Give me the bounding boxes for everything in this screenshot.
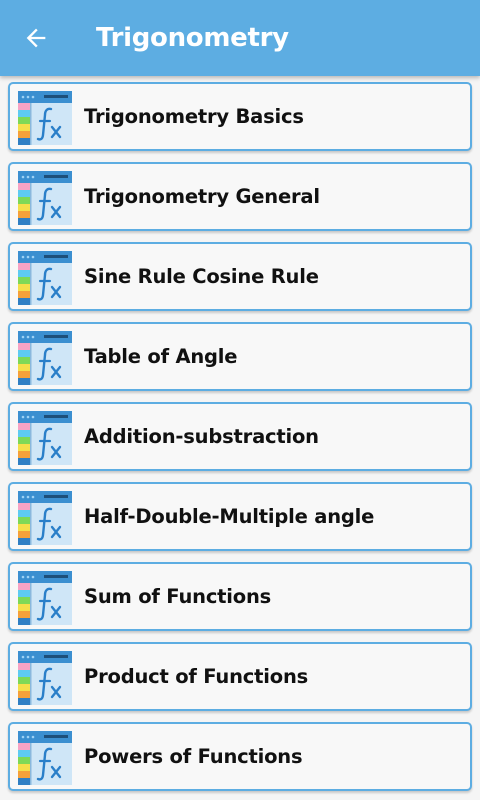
topic-label: Sine Rule Cosine Rule <box>84 265 319 288</box>
formula-fx-icon <box>18 411 72 465</box>
formula-fx-icon <box>18 171 72 225</box>
topic-item-powers-of-functions[interactable]: Powers of Functions <box>8 722 472 791</box>
back-button[interactable] <box>14 16 58 60</box>
formula-fx-icon <box>18 251 72 305</box>
topic-label: Trigonometry General <box>84 185 320 208</box>
topic-label: Product of Functions <box>84 665 309 688</box>
arrow-left-icon <box>26 28 46 48</box>
topic-label: Trigonometry Basics <box>84 105 304 128</box>
topic-label: Table of Angle <box>84 345 238 368</box>
topic-label: Addition-substraction <box>84 425 319 448</box>
formula-fx-icon <box>18 331 72 385</box>
topic-item-half-double-multiple-angle[interactable]: Half-Double-Multiple angle <box>8 482 472 551</box>
formula-fx-icon <box>18 91 72 145</box>
topic-label: Half-Double-Multiple angle <box>84 505 375 528</box>
topic-label: Sum of Functions <box>84 585 272 608</box>
topic-item-trigonometry-basics[interactable]: Trigonometry Basics <box>8 82 472 151</box>
topic-item-trigonometry-general[interactable]: Trigonometry General <box>8 162 472 231</box>
topic-item-sum-of-functions[interactable]: Sum of Functions <box>8 562 472 631</box>
formula-fx-icon <box>18 571 72 625</box>
app-bar: Trigonometry <box>0 0 480 76</box>
page-title: Trigonometry <box>96 23 289 53</box>
formula-fx-icon <box>18 651 72 705</box>
topic-item-product-of-functions[interactable]: Product of Functions <box>8 642 472 711</box>
topic-label: Powers of Functions <box>84 745 303 768</box>
topic-item-addition-substraction[interactable]: Addition-substraction <box>8 402 472 471</box>
topic-item-table-of-angle[interactable]: Table of Angle <box>8 322 472 391</box>
formula-fx-icon <box>18 731 72 785</box>
topic-item-sine-cosine-rule[interactable]: Sine Rule Cosine Rule <box>8 242 472 311</box>
formula-fx-icon <box>18 491 72 545</box>
